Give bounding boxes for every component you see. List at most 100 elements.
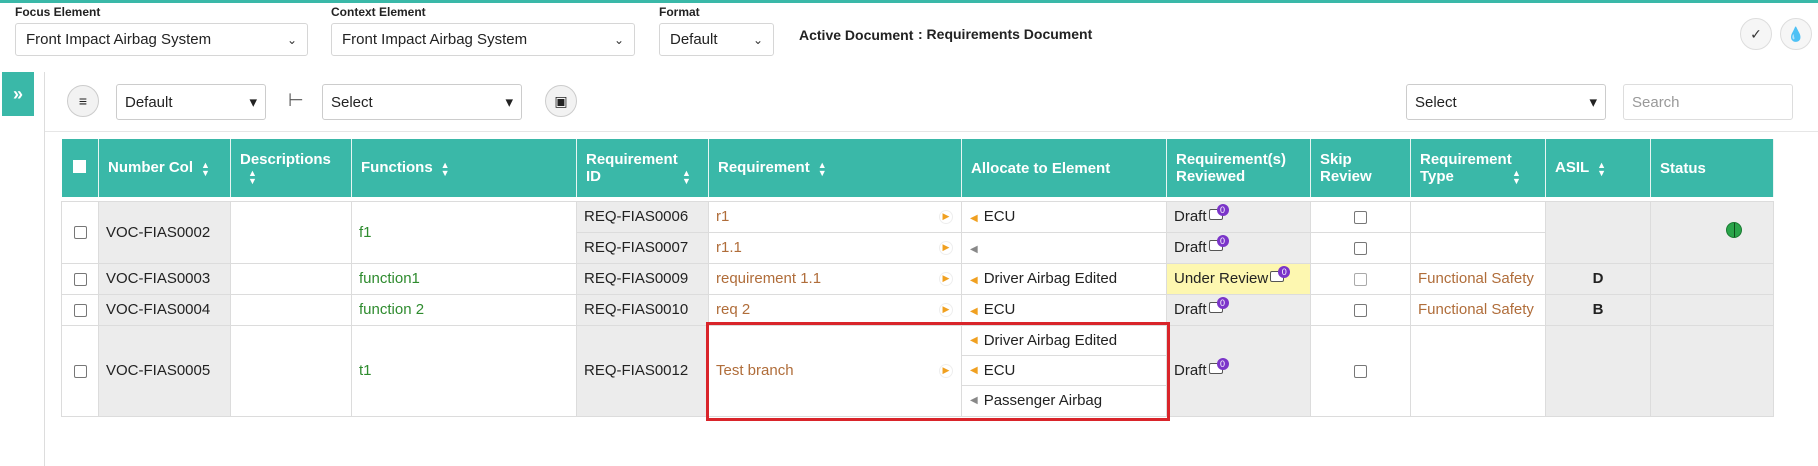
- drop-icon[interactable]: 💧: [1780, 18, 1812, 50]
- req-type-cell[interactable]: [1410, 200, 1546, 233]
- row-select-cell[interactable]: [61, 324, 99, 417]
- comment-icon[interactable]: 0: [1208, 235, 1229, 253]
- gallery-icon[interactable]: ▣: [545, 85, 577, 117]
- skip-review-checkbox[interactable]: [1354, 210, 1367, 224]
- collapse-left-icon[interactable]: ◀: [970, 275, 978, 286]
- skip-review-checkbox[interactable]: [1354, 272, 1367, 286]
- header-functions[interactable]: Functions ▲ ▼: [351, 139, 577, 197]
- skip-review-checkbox[interactable]: [1354, 303, 1367, 317]
- req-type-cell[interactable]: [1410, 231, 1546, 264]
- sort-icon[interactable]: ▲ ▼: [441, 160, 450, 177]
- skip-review-cell[interactable]: [1310, 262, 1411, 295]
- layers-icon[interactable]: ≡: [67, 85, 99, 117]
- allocate-item[interactable]: ◀ Driver Airbag Edited: [962, 326, 1166, 356]
- req-id-cell: REQ-FIAS0010: [576, 293, 709, 326]
- hierarchy-select[interactable]: Select ▾: [322, 84, 522, 120]
- comment-icon[interactable]: 0: [1208, 358, 1229, 376]
- expand-panel-button[interactable]: »: [2, 72, 34, 116]
- description-cell[interactable]: [230, 324, 352, 417]
- select-all-header[interactable]: [61, 139, 99, 197]
- header-label: Descriptions: [240, 150, 331, 168]
- allocate-item[interactable]: ◀ Passenger Airbag: [962, 386, 1166, 416]
- collapse-left-icon[interactable]: ◀: [970, 213, 978, 224]
- skip-review-cell[interactable]: [1310, 293, 1411, 326]
- active-document-label: Active Document: [799, 27, 914, 43]
- skip-review-cell[interactable]: [1310, 200, 1411, 233]
- description-cell[interactable]: [230, 200, 352, 264]
- requirement-cell[interactable]: r1 ▶: [708, 200, 962, 233]
- sort-icon[interactable]: ▲ ▼: [682, 169, 691, 186]
- sort-icon[interactable]: ▲ ▼: [1512, 169, 1521, 186]
- requirement-cell[interactable]: r1.1 ▶: [708, 231, 962, 264]
- description-cell[interactable]: [230, 293, 352, 326]
- collapse-left-icon[interactable]: ◀: [970, 365, 978, 376]
- skip-review-checkbox[interactable]: [1354, 241, 1367, 255]
- requirement-cell[interactable]: req 2 ▶: [708, 293, 962, 326]
- row-select-cell[interactable]: [61, 262, 99, 295]
- collapse-left-icon[interactable]: ◀: [970, 335, 978, 346]
- expand-right-icon[interactable]: ▶: [939, 302, 953, 317]
- header-descriptions[interactable]: Descriptions▲ ▼: [230, 139, 352, 197]
- header-status[interactable]: Status: [1650, 139, 1774, 197]
- header-skip-review[interactable]: Skip Review: [1310, 139, 1411, 197]
- allocate-cell[interactable]: ◀: [961, 231, 1167, 264]
- format-select[interactable]: Default ⌄: [659, 23, 774, 56]
- function-cell[interactable]: function 2: [351, 293, 577, 326]
- function-cell[interactable]: f1: [351, 200, 577, 264]
- format-value: Default: [670, 31, 718, 48]
- expand-right-icon[interactable]: ▶: [939, 363, 953, 378]
- requirement-cell[interactable]: requirement 1.1 ▶: [708, 262, 962, 295]
- expand-right-icon[interactable]: ▶: [939, 209, 953, 224]
- comment-count: 0: [1216, 235, 1229, 247]
- collapse-left-icon[interactable]: ◀: [970, 306, 978, 317]
- row-select-cell[interactable]: [61, 293, 99, 326]
- row-checkbox[interactable]: [73, 364, 87, 378]
- req-type-cell[interactable]: Functional Safety: [1410, 262, 1546, 295]
- sort-icon[interactable]: ▲ ▼: [1597, 160, 1606, 177]
- search-input[interactable]: Search: [1623, 84, 1793, 120]
- select-all-checkbox[interactable]: [73, 159, 87, 173]
- comment-icon[interactable]: 0: [1270, 266, 1291, 284]
- function-cell[interactable]: function1: [351, 262, 577, 295]
- skip-review-cell[interactable]: [1310, 324, 1411, 417]
- sort-icon[interactable]: ▲ ▼: [201, 160, 210, 177]
- expand-right-icon[interactable]: ▶: [939, 240, 953, 255]
- allocate-cell[interactable]: ◀ ECU: [961, 293, 1167, 326]
- asil-cell: B: [1545, 293, 1651, 326]
- skip-review-checkbox[interactable]: [1354, 364, 1367, 378]
- allocate-cell[interactable]: ◀ Driver Airbag Edited ◀ ECU ◀ Passenger Ai…: [961, 324, 1167, 417]
- allocate-item[interactable]: ◀ ECU: [962, 356, 1166, 386]
- header-asil[interactable]: ASIL ▲ ▼: [1545, 139, 1651, 197]
- skip-review-cell[interactable]: [1310, 231, 1411, 264]
- description-cell[interactable]: [230, 262, 352, 295]
- focus-element-select[interactable]: Front Impact Airbag System ⌄: [15, 23, 308, 56]
- requirement-cell[interactable]: Test branch ▶: [708, 324, 962, 417]
- header-reviewed[interactable]: Requirement(s) Reviewed: [1166, 139, 1311, 197]
- function-cell[interactable]: t1: [351, 324, 577, 417]
- header-number-col[interactable]: Number Col ▲ ▼: [98, 139, 231, 197]
- row-checkbox[interactable]: [73, 226, 87, 240]
- req-type-cell[interactable]: Functional Safety: [1410, 293, 1546, 326]
- header-req-type[interactable]: Requirement Type ▲ ▼: [1410, 139, 1546, 197]
- allocate-cell[interactable]: ◀ ECU: [961, 200, 1167, 233]
- header-allocate[interactable]: Allocate to Element: [961, 139, 1167, 197]
- row-checkbox[interactable]: [73, 272, 87, 286]
- collapse-left-icon[interactable]: ◀: [970, 395, 978, 406]
- header-req-id[interactable]: Requirement ID ▲ ▼: [576, 139, 709, 197]
- version-icon[interactable]: ✓: [1740, 18, 1772, 50]
- expand-right-icon[interactable]: ▶: [939, 271, 953, 286]
- row-checkbox[interactable]: [73, 303, 87, 317]
- right-select[interactable]: Select ▾: [1406, 84, 1606, 120]
- sort-icon[interactable]: ▲ ▼: [248, 169, 257, 186]
- collapse-left-icon[interactable]: ◀: [970, 244, 978, 255]
- context-element-select[interactable]: Front Impact Airbag System ⌄: [331, 23, 635, 56]
- header-requirement[interactable]: Requirement ▲ ▼: [708, 139, 962, 197]
- allocate-cell[interactable]: ◀ Driver Airbag Edited: [961, 262, 1167, 295]
- row-select-cell[interactable]: [61, 200, 99, 264]
- comment-icon[interactable]: 0: [1208, 204, 1229, 222]
- view-select[interactable]: Default ▾: [116, 84, 266, 120]
- req-type-cell[interactable]: [1410, 324, 1546, 417]
- sort-icon[interactable]: ▲ ▼: [818, 160, 827, 177]
- hierarchy-icon[interactable]: ⊢: [288, 90, 304, 111]
- comment-icon[interactable]: 0: [1208, 297, 1229, 315]
